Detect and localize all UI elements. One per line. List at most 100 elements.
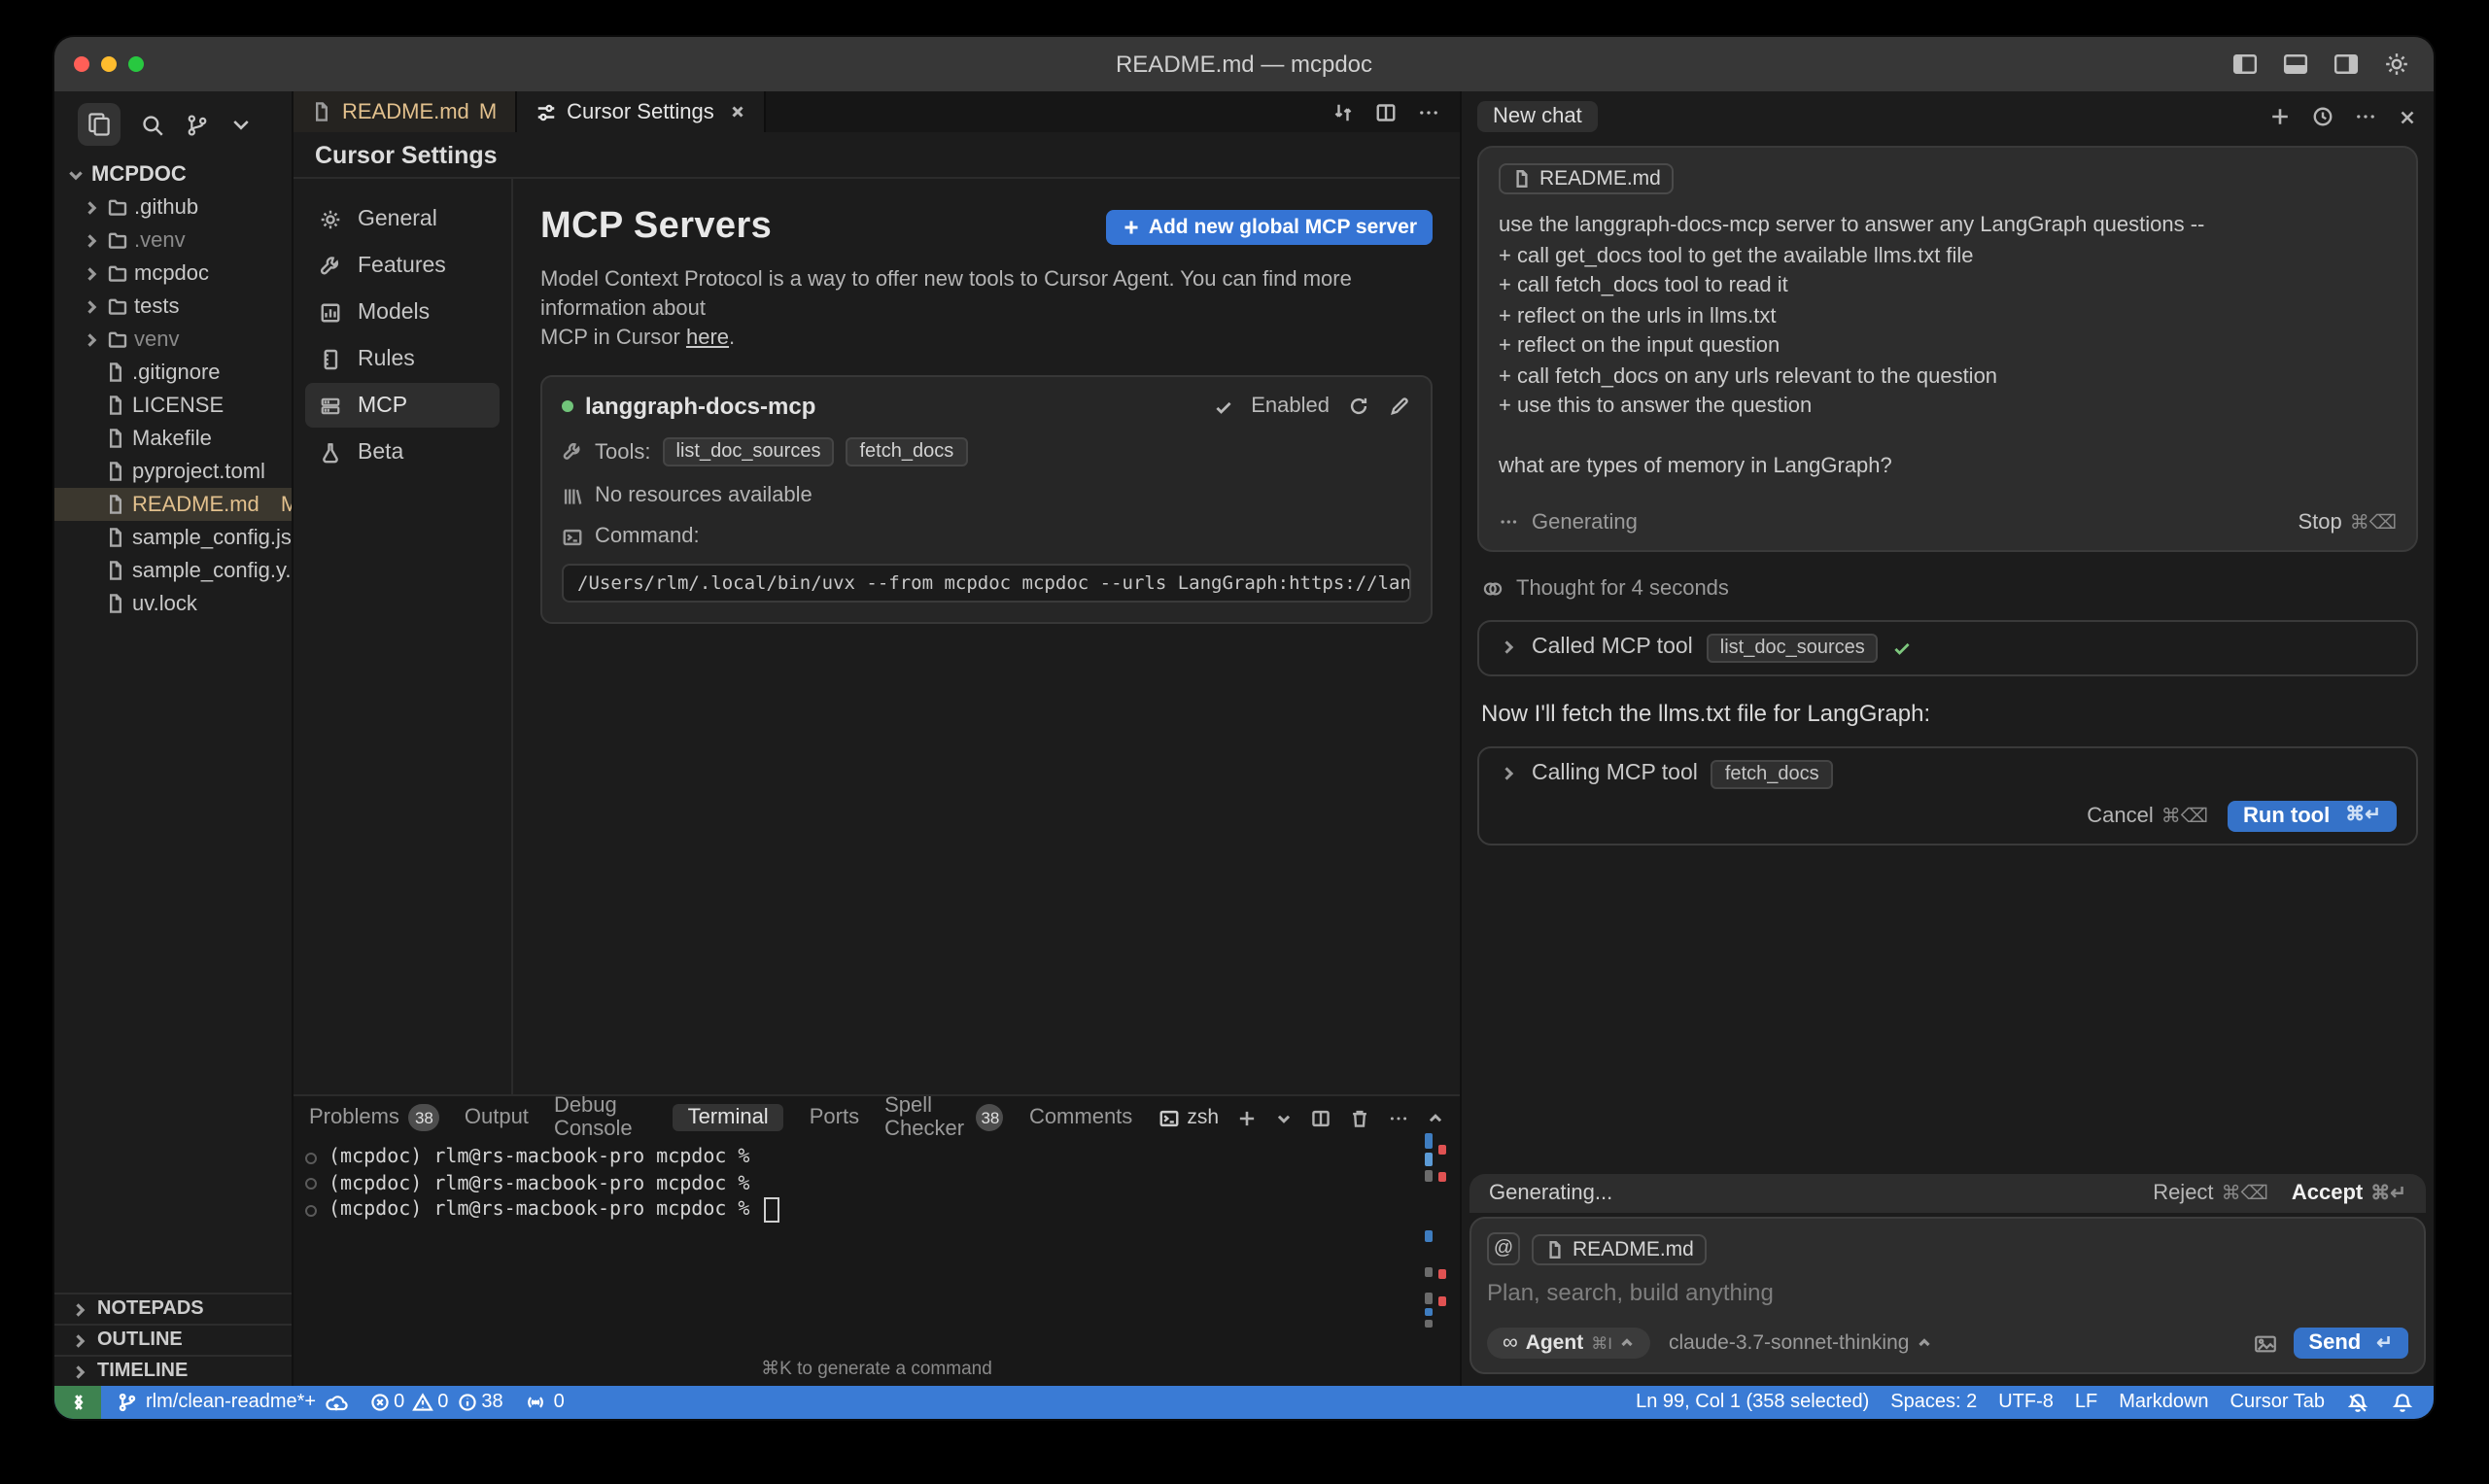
settings-gear-icon[interactable] <box>2383 51 2410 78</box>
new-terminal-icon[interactable] <box>1236 1107 1258 1128</box>
tree-file[interactable]: Makefile <box>54 422 292 455</box>
open-changes-icon[interactable] <box>1331 100 1355 123</box>
cursor-position-status[interactable]: Ln 99, Col 1 (358 selected) <box>1636 1392 1869 1413</box>
settings-nav-rules[interactable]: Rules <box>305 336 500 381</box>
bell-icon[interactable] <box>2391 1391 2414 1414</box>
notepads-section[interactable]: NOTEPADS <box>54 1293 292 1324</box>
tree-root[interactable]: MCPDOC <box>54 157 292 190</box>
terminal-dropdown-chevron-icon[interactable] <box>1275 1109 1293 1126</box>
enabled-toggle[interactable]: Enabled <box>1251 395 1330 418</box>
tab-cursor-settings[interactable]: Cursor Settings <box>516 91 767 132</box>
tab-readme[interactable]: README.md M <box>294 91 516 132</box>
stop-button[interactable]: Stop⌘⌫ <box>2298 510 2397 534</box>
tree-folder[interactable]: .github <box>54 190 292 224</box>
context-file-chip[interactable]: README.md <box>1532 1233 1708 1264</box>
mode-selector[interactable]: ∞ Agent ⌘I <box>1487 1328 1651 1359</box>
tool-chip[interactable]: list_doc_sources <box>663 437 835 466</box>
panel-tabs: Problems38 Output Debug Console Terminal… <box>294 1096 1460 1139</box>
shell-label[interactable]: zsh <box>1158 1106 1219 1129</box>
settings-nav-general[interactable]: General <box>305 196 500 241</box>
toggle-right-panel-icon[interactable] <box>2333 51 2360 78</box>
accept-button[interactable]: Accept⌘↵ <box>2292 1182 2406 1205</box>
tree-file[interactable]: sample_config.y... <box>54 554 292 587</box>
panel-tab-problems[interactable]: Problems38 <box>309 1104 439 1131</box>
encoding-status[interactable]: UTF-8 <box>1998 1392 2054 1413</box>
panel-tab-debug-console[interactable]: Debug Console <box>554 1094 647 1141</box>
kill-terminal-icon[interactable] <box>1349 1107 1370 1128</box>
settings-nav-beta[interactable]: Beta <box>305 430 500 474</box>
thought-row[interactable]: Thought for 4 seconds <box>1481 576 2414 600</box>
chat-tab[interactable]: New chat <box>1477 101 1598 132</box>
close-chat-icon[interactable] <box>2397 106 2418 127</box>
timeline-section[interactable]: TIMELINE <box>54 1355 292 1386</box>
chevron-right-icon <box>82 329 101 349</box>
settings-nav-mcp[interactable]: MCP <box>305 383 500 428</box>
split-editor-icon[interactable] <box>1374 100 1398 123</box>
tree-file[interactable]: uv.lock <box>54 587 292 620</box>
cursor-tab-status[interactable]: Cursor Tab <box>2230 1392 2325 1413</box>
calling-mcp-tool-header[interactable]: Calling MCP tool fetch_docs <box>1499 759 2397 788</box>
explorer-icon[interactable] <box>78 103 121 146</box>
called-mcp-tool-card[interactable]: Called MCP tool list_doc_sources <box>1477 619 2418 675</box>
attached-file-chip[interactable]: README.md <box>1499 163 1675 194</box>
edit-pencil-icon[interactable] <box>1388 395 1411 418</box>
indentation-status[interactable]: Spaces: 2 <box>1890 1392 1977 1413</box>
language-mode-status[interactable]: Markdown <box>2119 1392 2208 1413</box>
run-tool-button[interactable]: Run tool⌘↵ <box>2228 800 2397 831</box>
toggle-bottom-panel-icon[interactable] <box>2282 51 2309 78</box>
send-button[interactable]: Send↵ <box>2293 1328 2408 1359</box>
terminal-output[interactable]: (mcpdoc) rlm@rs-macbook-pro mcpdoc % (mc… <box>294 1139 1460 1224</box>
tree-folder[interactable]: venv <box>54 323 292 356</box>
panel-tab-ports[interactable]: Ports <box>810 1106 859 1129</box>
model-selector[interactable]: claude-3.7-sonnet-thinking <box>1669 1331 1933 1355</box>
toggle-left-panel-icon[interactable] <box>2231 51 2259 78</box>
ports-status[interactable]: 0 <box>525 1392 565 1413</box>
panel-tab-terminal[interactable]: Terminal <box>673 1104 784 1131</box>
tree-file-selected[interactable]: README.md M <box>54 488 292 521</box>
cancel-tool-button[interactable]: Cancel⌘⌫ <box>2087 804 2208 827</box>
tree-file[interactable]: pyproject.toml <box>54 455 292 488</box>
tree-folder[interactable]: mcpdoc <box>54 257 292 290</box>
panel-tab-spell-checker[interactable]: Spell Checker38 <box>884 1094 1004 1141</box>
tree-file[interactable]: sample_config.js... <box>54 521 292 554</box>
eol-status[interactable]: LF <box>2075 1392 2097 1413</box>
review-status: Generating... <box>1489 1182 1612 1205</box>
panel-tab-output[interactable]: Output <box>465 1106 529 1129</box>
new-chat-plus-icon[interactable] <box>2268 105 2292 128</box>
bell-slash-icon[interactable] <box>2346 1391 2369 1414</box>
problems-status[interactable]: 0 0 38 <box>368 1392 503 1413</box>
tree-folder[interactable]: .venv <box>54 224 292 257</box>
chat-history-icon[interactable] <box>2311 105 2334 128</box>
tool-chip[interactable]: fetch_docs <box>846 437 967 466</box>
settings-nav-features[interactable]: Features <box>305 243 500 288</box>
more-actions-icon[interactable] <box>1417 100 1440 123</box>
search-icon[interactable] <box>140 112 165 137</box>
close-tab-icon[interactable] <box>730 103 747 121</box>
status-bar: rlm/clean-readme*+ 0 0 38 0 Ln 99, Col 1… <box>54 1386 2434 1419</box>
tree-file[interactable]: .gitignore <box>54 356 292 389</box>
tree-file[interactable]: LICENSE <box>54 389 292 422</box>
tools-icon <box>562 441 583 463</box>
more-views-chevron-icon[interactable] <box>229 113 253 136</box>
image-attach-icon[interactable] <box>2252 1330 2277 1356</box>
split-terminal-icon[interactable] <box>1310 1107 1331 1128</box>
server-command[interactable]: /Users/rlm/.local/bin/uvx --from mcpdoc … <box>562 564 1411 603</box>
more-actions-icon[interactable] <box>1388 1107 1409 1128</box>
more-actions-icon[interactable] <box>2354 105 2377 128</box>
mention-button[interactable]: @ <box>1487 1232 1520 1265</box>
brain-icon <box>1481 576 1504 600</box>
add-mcp-server-button[interactable]: Add new global MCP server <box>1106 210 1433 245</box>
maximize-panel-chevron-icon[interactable] <box>1427 1109 1444 1126</box>
panel-tab-comments[interactable]: Comments <box>1029 1106 1132 1129</box>
git-branch-status[interactable]: rlm/clean-readme*+ <box>117 1391 347 1414</box>
reject-button[interactable]: Reject⌘⌫ <box>2153 1182 2268 1205</box>
tree-folder[interactable]: tests <box>54 290 292 323</box>
remote-indicator[interactable] <box>54 1386 101 1419</box>
composer-input[interactable]: Plan, search, build anything <box>1487 1279 2408 1306</box>
bar-chart-icon <box>319 300 342 324</box>
source-control-icon[interactable] <box>185 112 210 137</box>
settings-nav-models[interactable]: Models <box>305 290 500 334</box>
outline-section[interactable]: OUTLINE <box>54 1324 292 1355</box>
refresh-icon[interactable] <box>1347 395 1370 418</box>
mcp-docs-link[interactable]: here <box>686 327 729 350</box>
